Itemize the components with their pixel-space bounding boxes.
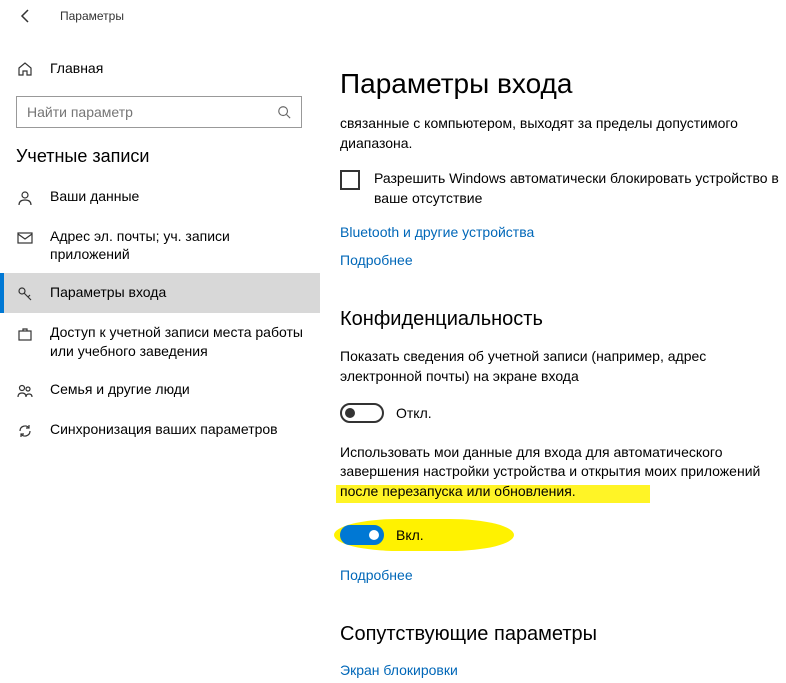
sidebar-item-work-access[interactable]: Доступ к учетной записи места работы или… [16, 313, 320, 369]
app-title: Параметры [60, 9, 124, 23]
people-icon [16, 382, 34, 400]
person-icon [16, 189, 34, 207]
use-signin-toggle-row: Вкл. [340, 525, 424, 545]
sidebar-item-label: Семья и другие люди [50, 380, 190, 398]
learn-more-link-2[interactable]: Подробнее [340, 567, 786, 583]
checkbox-label: Разрешить Windows автоматически блокиров… [374, 169, 786, 208]
lockscreen-link[interactable]: Экран блокировки [340, 662, 786, 678]
sidebar-item-signin-options[interactable]: Параметры входа [0, 273, 320, 313]
bluetooth-link[interactable]: Bluetooth и другие устройства [340, 224, 786, 240]
sidebar-item-label: Адрес эл. почты; уч. записи приложений [50, 227, 306, 263]
titlebar: Параметры [0, 0, 786, 32]
sidebar: Главная Учетные записи Ваши данные Адрес… [0, 32, 320, 683]
toggle-off-label: Откл. [396, 405, 432, 421]
privacy-desc-1: Показать сведения об учетной записи (нап… [340, 347, 780, 386]
page-title: Параметры входа [340, 68, 786, 100]
learn-more-link[interactable]: Подробнее [340, 252, 786, 268]
search-box[interactable] [16, 96, 302, 128]
auto-lock-checkbox[interactable] [340, 170, 360, 190]
sidebar-home-label: Главная [50, 60, 103, 76]
sidebar-item-label: Доступ к учетной записи места работы или… [50, 323, 306, 359]
search-input[interactable] [27, 104, 277, 120]
sidebar-item-family[interactable]: Семья и другие люди [16, 370, 320, 410]
content: Параметры входа связанные с компьютером,… [320, 32, 786, 683]
show-account-toggle-row: Откл. [340, 403, 786, 423]
sidebar-item-label: Ваши данные [50, 187, 139, 205]
home-icon [16, 60, 34, 78]
privacy-section-title: Конфиденциальность [340, 308, 786, 331]
use-signin-toggle[interactable] [340, 525, 384, 545]
sidebar-home[interactable]: Главная [16, 48, 320, 88]
briefcase-icon [16, 325, 34, 343]
sidebar-item-your-info[interactable]: Ваши данные [16, 177, 320, 217]
search-icon [277, 105, 291, 119]
show-account-toggle[interactable] [340, 403, 384, 423]
sync-icon [16, 422, 34, 440]
sidebar-nav: Ваши данные Адрес эл. почты; уч. записи … [16, 177, 320, 450]
related-section-title: Сопутствующие параметры [340, 623, 786, 646]
privacy-desc-2: Использовать мои данные для входа для ав… [340, 443, 780, 502]
lock-description: связанные с компьютером, выходят за пред… [340, 114, 780, 153]
sidebar-item-sync[interactable]: Синхронизация ваших параметров [16, 410, 320, 450]
back-button[interactable] [16, 6, 36, 26]
toggle-on-label: Вкл. [396, 527, 424, 543]
sidebar-category: Учетные записи [16, 146, 320, 167]
mail-icon [16, 229, 34, 247]
sidebar-item-label: Синхронизация ваших параметров [50, 420, 278, 438]
auto-lock-checkbox-row: Разрешить Windows автоматически блокиров… [340, 169, 786, 208]
highlighted-toggle: Вкл. [334, 519, 514, 551]
arrow-left-icon [18, 8, 34, 24]
sidebar-item-label: Параметры входа [50, 283, 166, 301]
key-icon [16, 285, 34, 303]
sidebar-item-email[interactable]: Адрес эл. почты; уч. записи приложений [16, 217, 320, 273]
